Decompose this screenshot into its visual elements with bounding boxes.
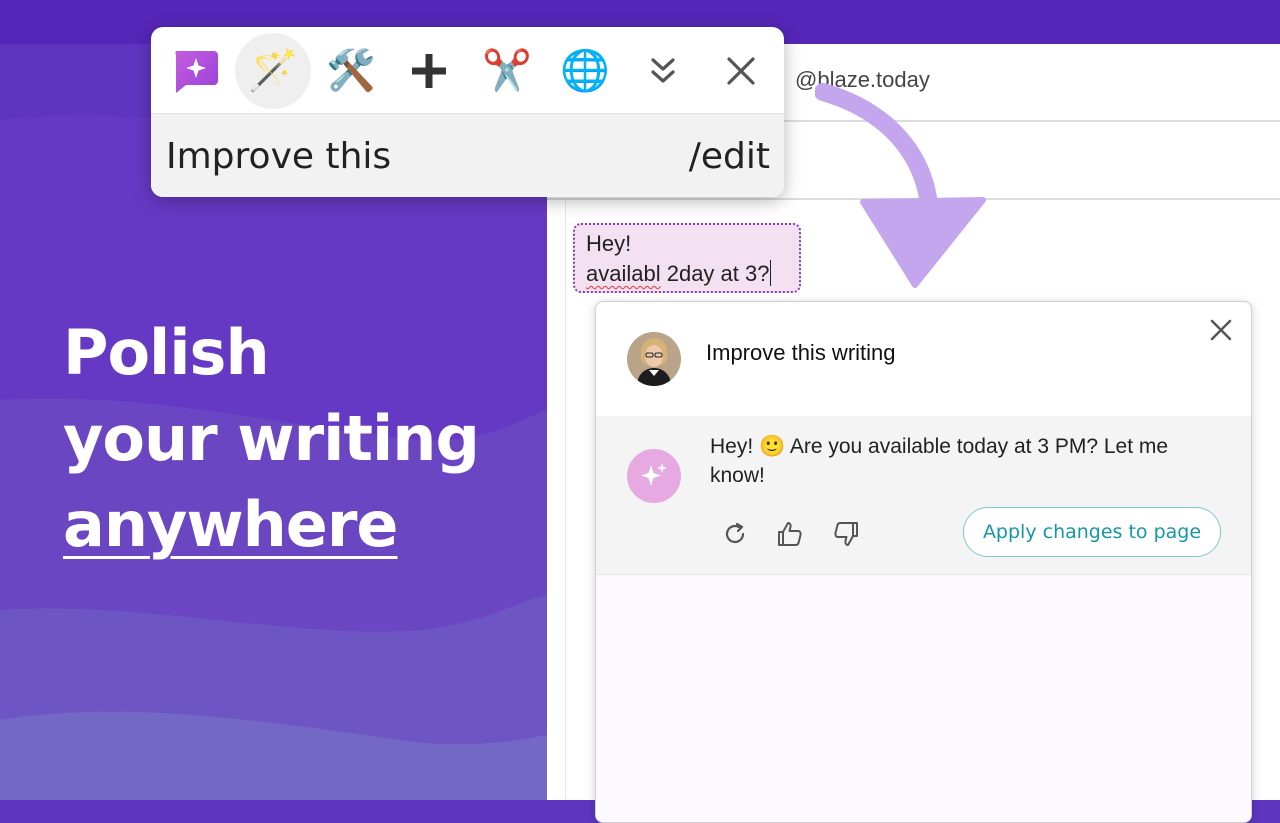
ai-panel: Improve this writing Hey! 🙂 Are you avai… [595, 301, 1252, 823]
thumbs-down-icon [834, 522, 858, 546]
ai-response: Hey! 🙂 Are you available today at 3 PM? … [596, 416, 1251, 575]
headline-line-3: anywhere [63, 488, 398, 561]
thumbs-up-button[interactable] [772, 516, 808, 552]
suggestion-command: /edit [688, 136, 770, 177]
thumbs-down-button[interactable] [828, 516, 864, 552]
curved-arrow-icon [815, 83, 986, 288]
ai-chat-icon[interactable] [157, 33, 233, 109]
avatar [627, 332, 681, 386]
misspelled-word: availabl [586, 261, 661, 286]
chevron-double-down-icon[interactable] [625, 33, 701, 109]
draft-line-rest: 2day at 3? [660, 261, 770, 286]
divider [565, 200, 566, 800]
close-icon[interactable] [703, 33, 779, 109]
panel-header: Improve this writing [596, 302, 1251, 416]
toolbar-suggestion[interactable]: Improve this /edit [151, 113, 784, 197]
text-caret [770, 260, 772, 286]
thumbs-up-icon [778, 522, 802, 546]
headline: Polish your writing anywhere [63, 310, 480, 568]
close-icon [1210, 319, 1232, 341]
regenerate-button[interactable] [717, 516, 753, 552]
apply-changes-button[interactable]: Apply changes to page [963, 507, 1221, 557]
draft-text-field[interactable]: Hey! availabl 2day at 3? [573, 223, 801, 293]
suggestion-label: Improve this [166, 136, 392, 177]
draft-line-1: Hey! [586, 231, 632, 256]
panel-title: Improve this writing [706, 340, 896, 365]
draft-line-2: availabl 2day at 3? [586, 259, 788, 289]
refresh-icon [725, 522, 745, 544]
magic-wand-icon[interactable]: 🪄 [235, 33, 311, 109]
globe-icon[interactable]: 🌐 [547, 33, 623, 109]
toolbar-icons: 🪄 🛠️ ✂️ 🌐 [151, 27, 784, 112]
response-text: Hey! 🙂 Are you available today at 3 PM? … [710, 435, 1169, 487]
tools-icon[interactable]: 🛠️ [313, 33, 389, 109]
ai-sparkle-icon [627, 449, 681, 503]
panel-close-button[interactable] [1205, 314, 1237, 346]
headline-line-1: Polish [63, 316, 270, 389]
scissors-icon[interactable]: ✂️ [469, 33, 545, 109]
quick-toolbar: 🪄 🛠️ ✂️ 🌐 Improve this /edit [151, 27, 784, 197]
headline-line-2: your writing [63, 402, 480, 475]
plus-icon[interactable] [391, 33, 467, 109]
